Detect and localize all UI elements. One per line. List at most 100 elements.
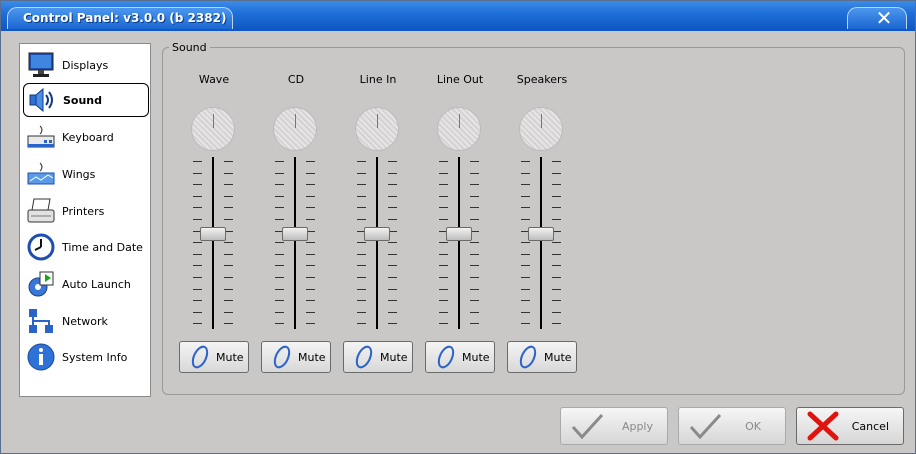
balance-knob[interactable] [355,107,399,151]
slider-tick [470,300,479,302]
slider-tick [275,184,284,186]
slider-tick [306,207,315,209]
slider-tick [439,311,448,313]
slider-tick [388,184,397,186]
slider-tick [306,323,315,325]
category-sidebar: Displays Sound Keyboard Wings Printers T… [19,43,151,397]
sidebar-item-wings[interactable]: Wings [23,157,149,191]
sidebar-item-label: Sound [63,93,103,107]
slider-tick [521,265,530,267]
slider-tick [388,265,397,267]
sidebar-item-sound[interactable]: Sound [23,83,149,117]
sidebar-item-label: Network [62,314,108,328]
slider-tick [193,172,202,174]
sidebar-item-system-info[interactable]: System Info [23,340,149,374]
apply-label: Apply [621,419,653,433]
slider-tick [470,161,479,162]
mute-button[interactable]: Mute [507,341,577,373]
volume-slider-thumb[interactable] [528,227,554,242]
slider-tick [275,311,284,313]
sidebar-item-displays[interactable]: Displays [23,48,149,82]
ok-button[interactable]: OK [678,407,786,445]
sidebar-item-network[interactable]: Network [23,304,149,338]
slider-tick [470,323,479,325]
mute-button[interactable]: Mute [425,341,495,373]
slider-tick [224,288,233,290]
mute-button[interactable]: Mute [179,341,249,373]
slider-tick [439,207,448,209]
sidebar-item-label: Time and Date [62,240,143,254]
slider-tick [552,172,561,174]
slider-tick [306,184,315,186]
channel-label: Line Out [436,73,484,86]
close-button[interactable]: ✕ [873,8,895,28]
volume-slider-track[interactable] [458,157,460,329]
slider-tick [470,311,479,313]
sidebar-item-auto-launch[interactable]: Auto Launch [23,267,149,301]
slider-tick [306,219,315,220]
volume-slider-thumb[interactable] [282,227,308,242]
channel-label: Line In [359,73,397,86]
slider-tick [552,311,561,313]
slider-tick [306,242,315,244]
slider-tick [224,207,233,209]
slider-tick [224,195,233,197]
slider-tick [439,288,448,290]
slider-tick [275,207,284,209]
ok-label: OK [745,419,761,433]
slider-tick [439,172,448,174]
slider-tick [357,161,366,162]
slider-tick [193,323,202,325]
slider-tick [439,300,448,302]
slider-tick [306,288,315,290]
sidebar-item-time-and-date[interactable]: Time and Date [23,230,149,264]
slider-tick [552,161,561,162]
slider-tick [521,288,530,290]
balance-knob[interactable] [437,107,481,151]
slider-tick [306,265,315,267]
slider-tick [224,265,233,267]
slider-tick [388,219,397,220]
sound-group-label: Sound [169,41,210,54]
clock-icon [26,232,56,262]
volume-slider-thumb[interactable] [200,227,226,242]
sidebar-item-label: Wings [62,167,96,181]
sidebar-item-printers[interactable]: Printers [23,194,149,228]
slider-tick [193,253,202,255]
volume-slider-thumb[interactable] [364,227,390,242]
cancel-button[interactable]: Cancel [796,407,904,445]
mute-button[interactable]: Mute [261,341,331,373]
volume-slider-track[interactable] [212,157,214,329]
mute-icon [352,345,380,369]
mute-label: Mute [216,350,244,364]
slider-tick [357,300,366,302]
balance-knob[interactable] [519,107,563,151]
slider-tick [193,277,202,278]
slider-tick [470,172,479,174]
mute-button[interactable]: Mute [343,341,413,373]
mute-label: Mute [380,350,408,364]
monitor-icon [26,50,56,80]
mute-label: Mute [298,350,326,364]
slider-tick [388,161,397,162]
sidebar-item-keyboard[interactable]: Keyboard [23,120,149,154]
slider-tick [306,172,315,174]
balance-knob[interactable] [273,107,317,151]
slider-tick [357,265,366,267]
slider-tick [224,242,233,244]
cancel-x-icon [805,411,841,441]
slider-tick [357,253,366,255]
network-icon [26,306,56,336]
volume-slider-thumb[interactable] [446,227,472,242]
control-panel-window: Control Panel: v3.0.0 (b 2382) ✕ Display… [0,0,916,454]
balance-knob[interactable] [191,107,235,151]
apply-button[interactable]: Apply [560,407,668,445]
volume-slider-track[interactable] [294,157,296,329]
volume-slider-track[interactable] [376,157,378,329]
volume-slider-track[interactable] [540,157,542,329]
slider-tick [439,161,448,162]
slider-tick [193,219,202,220]
slider-tick [470,242,479,244]
slider-tick [388,300,397,302]
slider-tick [357,184,366,186]
